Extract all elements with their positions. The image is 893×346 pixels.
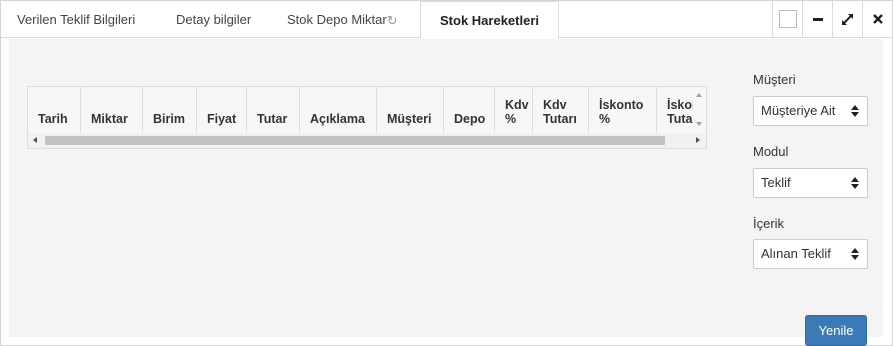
expand-icon [842, 13, 853, 25]
close-icon [872, 14, 883, 24]
column-header-depo[interactable]: Depo [444, 87, 495, 132]
scroll-down-icon [696, 122, 702, 126]
tab-detay-bilgiler[interactable]: Detay bilgiler [176, 1, 251, 38]
tab-stok-depo-miktar[interactable]: Stok Depo Miktar↻ [287, 1, 398, 38]
column-header-tutar[interactable]: Tutar [247, 87, 300, 132]
select-caret-icon [851, 104, 859, 118]
tab-label: Verilen Teklif Bilgileri [17, 12, 136, 27]
vertical-scrollbar[interactable] [693, 87, 706, 132]
column-header-iskonto-yuzde[interactable]: İskonto % [589, 87, 657, 132]
minimize-button[interactable] [802, 1, 832, 37]
scrollbar-thumb[interactable] [45, 136, 665, 145]
maximize-button[interactable] [772, 1, 802, 37]
column-header-kdv-tutari[interactable]: Kdv Tutarı [533, 87, 589, 132]
column-header-tarih[interactable]: Tarih [28, 87, 81, 132]
grid-header: Tarih Miktar Birim Fiyat Tutar Açıklama … [28, 87, 706, 132]
column-header-birim[interactable]: Birim [143, 87, 197, 132]
modul-label: Modul [753, 144, 789, 159]
scroll-up-icon [696, 93, 702, 97]
window-panel: Verilen Teklif Bilgileri Detay bilgiler … [0, 0, 893, 346]
select-caret-icon [851, 247, 859, 261]
tab-verilen-teklif-bilgileri[interactable]: Verilen Teklif Bilgileri [17, 1, 135, 38]
close-button[interactable] [862, 1, 892, 37]
modul-select-value: Teklif [761, 175, 791, 190]
modul-select[interactable]: Teklif [753, 168, 868, 198]
refresh-icon[interactable]: ↻ [387, 2, 398, 39]
musteri-select-value: Müşteriye Ait [761, 103, 836, 118]
stock-movements-grid: Tarih Miktar Birim Fiyat Tutar Açıklama … [27, 86, 707, 149]
column-header-kdv-yuzde[interactable]: Kdv % [495, 87, 533, 132]
expand-button[interactable] [832, 1, 862, 37]
tab-bar: Verilen Teklif Bilgileri Detay bilgiler … [1, 1, 892, 39]
tab-stok-hareketleri[interactable]: Stok Hareketleri [420, 1, 559, 39]
horizontal-scrollbar[interactable] [28, 133, 706, 148]
yenile-button[interactable]: Yenile [805, 315, 867, 346]
musteri-select[interactable]: Müşteriye Ait [753, 96, 868, 126]
column-header-fiyat[interactable]: Fiyat [197, 87, 247, 132]
scroll-right-icon[interactable] [696, 137, 700, 143]
icerik-select-value: Alınan Teklif [761, 246, 831, 261]
maximize-icon [778, 10, 797, 28]
scroll-left-icon[interactable] [33, 137, 37, 143]
column-header-aciklama[interactable]: Açıklama [300, 87, 377, 132]
icerik-label: İçerik [753, 216, 785, 231]
minimize-icon [812, 17, 823, 21]
tab-content: Tarih Miktar Birim Fiyat Tutar Açıklama … [9, 39, 883, 346]
select-caret-icon [851, 176, 859, 190]
icerik-select[interactable]: Alınan Teklif [753, 239, 868, 269]
column-header-musteri[interactable]: Müşteri [377, 87, 444, 132]
tab-label: Stok Depo Miktar [287, 12, 387, 27]
tab-label: Stok Hareketleri [440, 13, 539, 28]
column-header-miktar[interactable]: Miktar [81, 87, 143, 132]
musteri-label: Müşteri [753, 72, 796, 87]
tab-label: Detay bilgiler [176, 12, 252, 27]
window-controls [772, 1, 892, 37]
